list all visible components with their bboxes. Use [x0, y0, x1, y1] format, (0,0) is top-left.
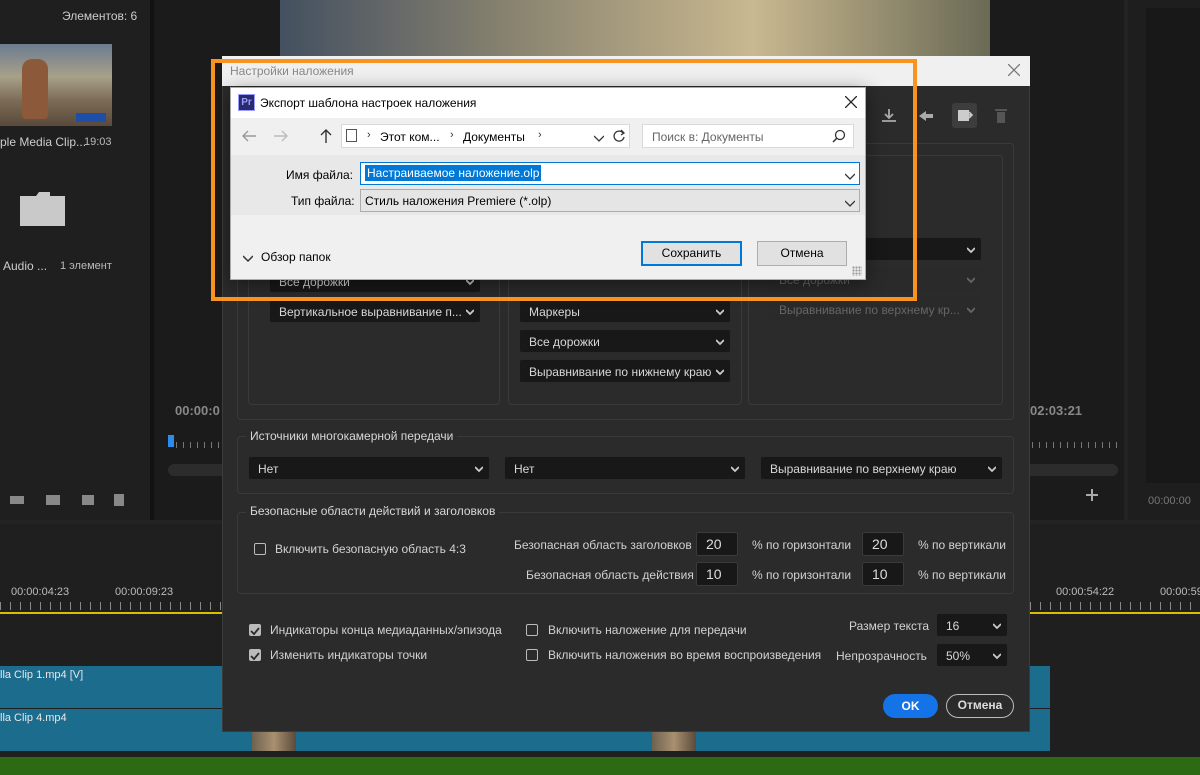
text-size-label: Размер текста [849, 619, 930, 633]
overlay-playback-label: Включить наложение для передачи [548, 623, 747, 637]
chevron-down-icon [993, 653, 1001, 660]
timeline-tick-4: 00:00:59 [1160, 586, 1200, 598]
action-safe-label: Безопасная область действия [526, 568, 694, 582]
end-indicators-checkbox[interactable] [249, 624, 261, 636]
change-point-label: Изменить индикаторы точки [270, 648, 428, 662]
import-icon[interactable] [916, 107, 936, 125]
multicam-dd2-value: Нет [514, 462, 535, 476]
col2-dd2-value: Все дорожки [529, 335, 600, 349]
project-clip-duration: 19:03 [84, 136, 112, 148]
multicam-dropdown-3[interactable]: Выравнивание по верхнему краю [760, 456, 1003, 480]
action-safe-v-unit: % по вертикали [918, 568, 1006, 582]
chevron-down-icon [731, 466, 739, 473]
chevron-down-icon [967, 277, 975, 284]
clip-thumb-2 [652, 731, 696, 751]
chevron-down-icon [466, 309, 474, 316]
chevron-down-icon [967, 307, 975, 314]
project-items-count: Элементов: 6 [62, 9, 138, 23]
multicam-dropdown-2[interactable]: Нет [504, 456, 746, 480]
highlight-frame [211, 59, 917, 301]
chevron-down-icon [716, 369, 724, 376]
chevron-down-icon [475, 466, 483, 473]
col1-dd2-value: Вертикальное выравнивание п... [279, 305, 462, 319]
opacity-value: 50% [946, 649, 971, 663]
timeline-tick-2: 00:00:09:23 [115, 586, 174, 598]
col2-dd1-value: Маркеры [529, 305, 580, 319]
video-clip-4-label: lla Clip 4.mp4 [0, 712, 67, 724]
project-folder-name: Audio ... [3, 259, 48, 273]
chevron-down-icon [993, 623, 1001, 630]
col2-dropdown-tracks[interactable]: Все дорожки [519, 329, 731, 353]
opacity-label: Непрозрачность [836, 649, 927, 663]
safe-43-checkbox[interactable] [254, 543, 266, 555]
project-clip-thumbnail[interactable] [0, 44, 112, 126]
change-point-checkbox[interactable] [249, 649, 261, 661]
monitor-timecode-right: 02:03:21 [1030, 403, 1083, 418]
delete-icon[interactable] [994, 108, 1008, 124]
chevron-down-icon [967, 247, 975, 254]
multicam-dropdown-1[interactable]: Нет [248, 456, 490, 480]
check-icon [250, 627, 260, 636]
video-clip-v-label: lla Clip 1.mp4 [V] [0, 669, 84, 681]
timeline-tick-3: 00:00:54:22 [1056, 586, 1115, 598]
clip-thumb-1 [252, 731, 296, 751]
overlay-close-icon[interactable] [1007, 63, 1021, 77]
multicam-dd1-value: Нет [258, 462, 279, 476]
end-indicators-label: Индикаторы конца медиаданных/эпизода [270, 623, 502, 637]
project-clip-name: ple Media Clip... [0, 135, 87, 149]
action-safe-h-unit: % по горизонтали [752, 568, 852, 582]
multicam-title: Источники многокамерной передачи [246, 429, 458, 443]
title-safe-h-input[interactable]: 20 [696, 532, 738, 556]
chevron-down-icon [716, 339, 724, 346]
chevron-down-icon [988, 466, 996, 473]
col2-dropdown-markers[interactable]: Маркеры [519, 299, 731, 323]
col2-dd3-value: Выравнивание по нижнему краю [529, 365, 712, 379]
monitor-playhead[interactable] [168, 435, 174, 447]
chevron-down-icon [716, 309, 724, 316]
project-toolbar [10, 492, 130, 508]
text-size-value: 16 [946, 619, 960, 633]
check-icon [250, 652, 260, 661]
ok-button[interactable]: OK [883, 694, 938, 718]
overlay-during-checkbox[interactable] [526, 649, 538, 661]
add-button-icon[interactable] [1086, 489, 1098, 501]
overlay-cancel-button[interactable]: Отмена [946, 694, 1014, 718]
overlay-during-label: Включить наложения во время воспроизведе… [548, 648, 822, 662]
multicam-dd3-value: Выравнивание по верхнему краю [770, 462, 957, 476]
safe-areas-title: Безопасные области действий и заголовков [246, 504, 500, 518]
folder-icon[interactable] [20, 192, 65, 226]
col1-dropdown-valign[interactable]: Вертикальное выравнивание п... [269, 299, 481, 323]
title-safe-v-input[interactable]: 20 [862, 532, 904, 556]
text-size-dropdown[interactable]: 16 [936, 613, 1008, 637]
action-safe-v-input[interactable]: 10 [862, 562, 904, 586]
action-safe-h-input[interactable]: 10 [696, 562, 738, 586]
monitor-timecode-left: 00:00:0 [175, 403, 220, 418]
opacity-dropdown[interactable]: 50% [936, 643, 1008, 667]
right-timecode: 00:00:00 [1148, 495, 1191, 507]
col3-dd2-value: Выравнивание по верхнему кр... [779, 303, 960, 317]
safe-43-label: Включить безопасную область 4:3 [275, 542, 466, 556]
title-safe-h-unit: % по горизонтали [752, 538, 852, 552]
timeline-tick-1: 00:00:04:23 [11, 586, 70, 598]
overlay-playback-checkbox[interactable] [526, 624, 538, 636]
export-icon[interactable] [952, 103, 977, 128]
right-panel-inner [1146, 8, 1200, 483]
monitor-ruler [176, 442, 222, 448]
monitor-ruler-right [1032, 442, 1118, 448]
monitor-video [280, 0, 990, 60]
col2-dropdown-align[interactable]: Выравнивание по нижнему краю [519, 359, 731, 383]
project-folder-count: 1 элемент [60, 260, 112, 272]
title-safe-v-unit: % по вертикали [918, 538, 1006, 552]
audio-waveform-track [0, 757, 1200, 775]
title-safe-label: Безопасная область заголовков [514, 538, 692, 552]
